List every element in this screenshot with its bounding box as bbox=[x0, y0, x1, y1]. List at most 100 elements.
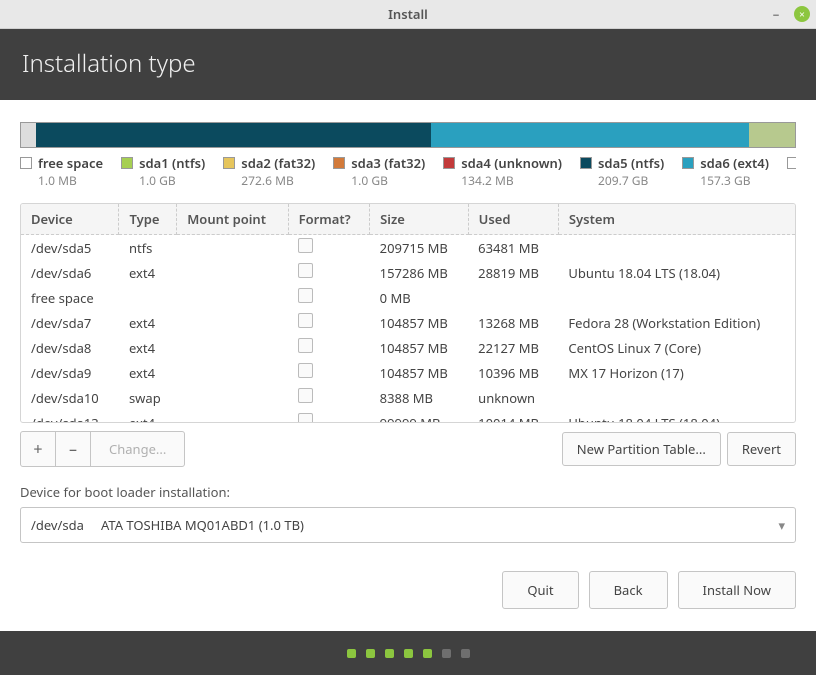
table-header[interactable]: Device bbox=[21, 204, 119, 235]
cell-format bbox=[288, 335, 370, 360]
install-window: Install – × Installation type free space… bbox=[0, 0, 816, 675]
cell-system: MX 17 Horizon (17) bbox=[558, 360, 795, 385]
format-checkbox[interactable] bbox=[298, 238, 313, 253]
cell-type: ext4 bbox=[119, 260, 177, 285]
partition-seg-free-left bbox=[21, 123, 36, 147]
cell-mount bbox=[177, 260, 288, 285]
cell-format bbox=[288, 360, 370, 385]
cell-format bbox=[288, 235, 370, 261]
format-checkbox[interactable] bbox=[298, 338, 313, 353]
legend-item: sda1 (ntfs)1.0 GB bbox=[121, 154, 205, 189]
table-header[interactable]: Used bbox=[468, 204, 558, 235]
legend-label: sda3 (fat32) bbox=[351, 154, 425, 172]
cell-used: unknown bbox=[468, 385, 558, 410]
progress-step bbox=[461, 649, 470, 658]
cell-size: 8388 MB bbox=[370, 385, 469, 410]
table-header-row: DeviceTypeMount pointFormat?SizeUsedSyst… bbox=[21, 204, 795, 235]
legend-size: 1.0 GB bbox=[121, 172, 205, 189]
table-header[interactable]: Mount point bbox=[177, 204, 288, 235]
table-row[interactable]: /dev/sda9ext4104857 MB10396 MBMX 17 Hori… bbox=[21, 360, 795, 385]
minimize-icon[interactable]: – bbox=[768, 6, 784, 22]
legend-size: 399.9 k bbox=[787, 172, 796, 189]
cell-mount bbox=[177, 235, 288, 261]
format-checkbox[interactable] bbox=[298, 313, 313, 328]
partition-seg-sda5 bbox=[36, 123, 431, 147]
legend-swatch bbox=[20, 157, 32, 169]
cell-used bbox=[468, 285, 558, 310]
titlebar: Install – × bbox=[0, 0, 816, 29]
add-partition-button[interactable]: + bbox=[20, 431, 56, 467]
table-header[interactable]: Type bbox=[119, 204, 177, 235]
cell-device: /dev/sda6 bbox=[21, 260, 119, 285]
progress-footer bbox=[0, 631, 816, 675]
cell-size: 104857 MB bbox=[370, 360, 469, 385]
table-row[interactable]: free space0 MB bbox=[21, 285, 795, 310]
progress-step bbox=[423, 649, 432, 658]
format-checkbox[interactable] bbox=[298, 363, 313, 378]
table-row[interactable]: /dev/sda6ext4157286 MB28819 MBUbuntu 18.… bbox=[21, 260, 795, 285]
change-partition-button[interactable]: Change... bbox=[90, 431, 185, 467]
cell-used: 28819 MB bbox=[468, 260, 558, 285]
quit-button[interactable]: Quit bbox=[502, 571, 578, 609]
format-checkbox[interactable] bbox=[298, 263, 313, 278]
cell-type: ext4 bbox=[119, 360, 177, 385]
legend-item: free s399.9 k bbox=[787, 154, 796, 189]
table-row[interactable]: /dev/sda8ext4104857 MB22127 MBCentOS Lin… bbox=[21, 335, 795, 360]
progress-step bbox=[442, 649, 451, 658]
boot-loader-label: Device for boot loader installation: bbox=[20, 483, 796, 501]
partition-table[interactable]: DeviceTypeMount pointFormat?SizeUsedSyst… bbox=[21, 204, 795, 423]
back-button[interactable]: Back bbox=[589, 571, 668, 609]
boot-loader-select[interactable]: /dev/sda ATA TOSHIBA MQ01ABD1 (1.0 TB) ▾ bbox=[20, 507, 796, 543]
legend-label: sda2 (fat32) bbox=[241, 154, 315, 172]
close-icon[interactable]: × bbox=[794, 6, 810, 22]
legend-size: 1.0 GB bbox=[333, 172, 425, 189]
install-now-button[interactable]: Install Now bbox=[678, 571, 796, 609]
new-partition-table-button[interactable]: New Partition Table... bbox=[562, 432, 721, 466]
cell-used: 63481 MB bbox=[468, 235, 558, 261]
legend-item: sda2 (fat32)272.6 MB bbox=[223, 154, 315, 189]
cell-format bbox=[288, 285, 370, 310]
cell-system bbox=[558, 385, 795, 410]
revert-button[interactable]: Revert bbox=[727, 432, 796, 466]
legend-item: sda5 (ntfs)209.7 GB bbox=[580, 154, 664, 189]
table-body: /dev/sda5ntfs209715 MB63481 MB/dev/sda6e… bbox=[21, 235, 795, 424]
progress-step bbox=[385, 649, 394, 658]
window-controls: – × bbox=[768, 0, 810, 28]
table-row[interactable]: /dev/sda13ext499999 MB10014 MBUbuntu 18.… bbox=[21, 410, 795, 423]
legend-swatch bbox=[787, 157, 796, 169]
cell-device: free space bbox=[21, 285, 119, 310]
partition-seg-sda6 bbox=[431, 123, 748, 147]
table-row[interactable]: /dev/sda7ext4104857 MB13268 MBFedora 28 … bbox=[21, 310, 795, 335]
cell-used: 22127 MB bbox=[468, 335, 558, 360]
page-title: Installation type bbox=[0, 29, 816, 100]
cell-used: 13268 MB bbox=[468, 310, 558, 335]
window-title: Install bbox=[0, 5, 816, 23]
legend-size: 209.7 GB bbox=[580, 172, 664, 189]
legend-label: sda5 (ntfs) bbox=[598, 154, 664, 172]
partition-seg-other bbox=[749, 123, 795, 147]
legend-swatch bbox=[443, 157, 455, 169]
cell-device: /dev/sda7 bbox=[21, 310, 119, 335]
cell-system: CentOS Linux 7 (Core) bbox=[558, 335, 795, 360]
legend-size: 1.0 MB bbox=[20, 172, 103, 189]
format-checkbox[interactable] bbox=[298, 388, 313, 403]
cell-mount bbox=[177, 285, 288, 310]
format-checkbox[interactable] bbox=[298, 288, 313, 303]
table-row[interactable]: /dev/sda5ntfs209715 MB63481 MB bbox=[21, 235, 795, 261]
table-header[interactable]: Size bbox=[370, 204, 469, 235]
table-header[interactable]: Format? bbox=[288, 204, 370, 235]
cell-device: /dev/sda5 bbox=[21, 235, 119, 261]
cell-size: 104857 MB bbox=[370, 335, 469, 360]
legend-swatch bbox=[682, 157, 694, 169]
cell-type: ext4 bbox=[119, 335, 177, 360]
remove-partition-button[interactable]: – bbox=[55, 431, 91, 467]
cell-type: ntfs bbox=[119, 235, 177, 261]
cell-system: Ubuntu 18.04 LTS (18.04) bbox=[558, 410, 795, 423]
cell-mount bbox=[177, 335, 288, 360]
table-header[interactable]: System bbox=[558, 204, 795, 235]
cell-type: ext4 bbox=[119, 310, 177, 335]
table-row[interactable]: /dev/sda10swap8388 MBunknown bbox=[21, 385, 795, 410]
cell-type bbox=[119, 285, 177, 310]
legend-size: 272.6 MB bbox=[223, 172, 315, 189]
format-checkbox[interactable] bbox=[298, 413, 313, 423]
